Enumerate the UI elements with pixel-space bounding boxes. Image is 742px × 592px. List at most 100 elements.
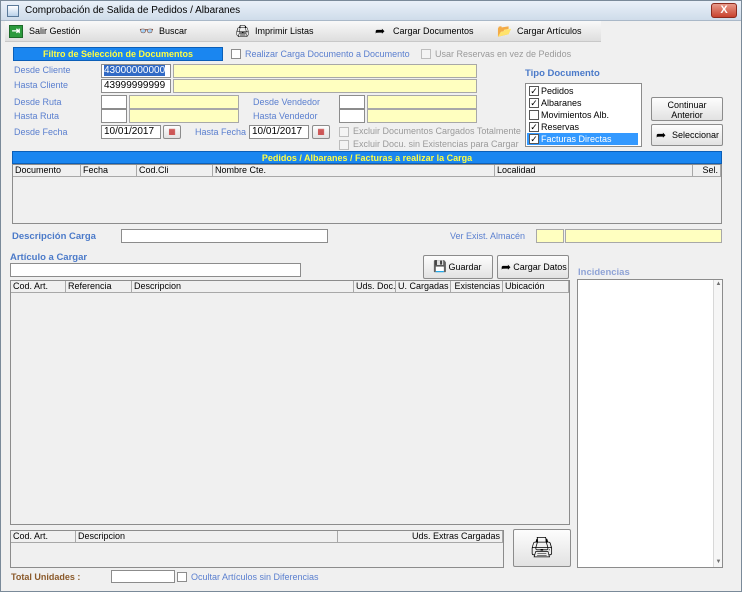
cargar-documentos-button[interactable]: ➦ Cargar Documentos bbox=[373, 23, 483, 40]
col-existencias[interactable]: Existencias bbox=[451, 281, 503, 293]
window-title: Comprobación de Salida de Pedidos / Alba… bbox=[25, 5, 241, 16]
tipo-item-label: Movimientos Alb. bbox=[541, 110, 610, 120]
arrow-forward-icon: ➦ bbox=[656, 128, 667, 142]
desde-cliente-name-field bbox=[173, 64, 477, 78]
close-button[interactable]: X bbox=[711, 3, 737, 18]
col-nombre-cte[interactable]: Nombre Cte. bbox=[213, 165, 495, 177]
almacen-code-field[interactable] bbox=[536, 229, 564, 243]
hasta-ruta-input[interactable] bbox=[101, 109, 127, 123]
incidencias-scrollbar[interactable]: ▲ ▼ bbox=[713, 280, 722, 567]
desde-vendedor-input[interactable] bbox=[339, 95, 365, 109]
hasta-fecha-label: Hasta Fecha bbox=[195, 127, 247, 137]
col-referencia[interactable]: Referencia bbox=[66, 281, 132, 293]
guardar-button[interactable]: 💾 Guardar bbox=[423, 255, 493, 279]
title-bar: Comprobación de Salida de Pedidos / Alba… bbox=[1, 1, 741, 21]
col-descripcion[interactable]: Descripcion bbox=[132, 281, 354, 293]
buscar-button[interactable]: 👓 Buscar bbox=[139, 23, 199, 40]
print-button[interactable]: 🖨 bbox=[513, 529, 571, 567]
hasta-fecha-input[interactable]: 10/01/2017 bbox=[249, 125, 309, 139]
tipo-item-movimientos[interactable]: Movimientos Alb. bbox=[527, 109, 638, 121]
articulos-grid[interactable]: Cod. Art. Referencia Descripcion Uds. Do… bbox=[10, 280, 570, 525]
col-ubicacion[interactable]: Ubicación bbox=[503, 281, 569, 293]
desde-fecha-label: Desde Fecha bbox=[14, 127, 68, 137]
imprimir-listas-label: Imprimir Listas bbox=[255, 26, 314, 36]
articulo-input[interactable] bbox=[10, 263, 301, 277]
seleccionar-button[interactable]: ➦ Seleccionar bbox=[651, 124, 723, 146]
realizar-carga-label: Realizar Carga Documento a Documento bbox=[245, 49, 410, 59]
col-documento[interactable]: Documento bbox=[13, 165, 81, 177]
tipo-item-facturas[interactable]: ✓ Facturas Directas bbox=[527, 133, 638, 145]
calendar-icon[interactable]: ▦ bbox=[312, 125, 330, 139]
seleccionar-label: Seleccionar bbox=[671, 130, 719, 140]
hasta-ruta-label: Hasta Ruta bbox=[14, 111, 60, 121]
col-cod-art[interactable]: Cod. Art. bbox=[11, 531, 76, 543]
tipo-item-label: Pedidos bbox=[541, 86, 574, 96]
desde-ruta-input[interactable] bbox=[101, 95, 127, 109]
exit-icon: ⇥ bbox=[9, 25, 23, 38]
incidencias-title: Incidencias bbox=[578, 267, 630, 278]
usar-reservas-checkbox[interactable] bbox=[421, 49, 431, 59]
app-icon bbox=[7, 5, 19, 17]
ocultar-checkbox[interactable] bbox=[177, 572, 187, 582]
col-sel[interactable]: Sel. bbox=[693, 165, 721, 177]
desde-vendedor-label: Desde Vendedor bbox=[253, 97, 321, 107]
checkbox-empty-icon bbox=[529, 110, 539, 120]
excluir-cargados-checkbox[interactable] bbox=[339, 127, 349, 137]
continuar-label: Continuar bbox=[667, 100, 707, 110]
binoculars-icon: 👓 bbox=[139, 24, 154, 38]
realizar-carga-checkbox[interactable] bbox=[231, 49, 241, 59]
tipo-item-pedidos[interactable]: ✓ Pedidos bbox=[527, 85, 638, 97]
articulo-title: Artículo a Cargar bbox=[10, 252, 88, 263]
hasta-vendedor-input[interactable] bbox=[339, 109, 365, 123]
desde-ruta-name-field bbox=[129, 95, 239, 109]
calendar-icon[interactable]: ▦ bbox=[163, 125, 181, 139]
hasta-cliente-name-field bbox=[173, 79, 477, 93]
total-unidades-field bbox=[111, 570, 175, 583]
col-cod-cli[interactable]: Cod.Cli bbox=[137, 165, 213, 177]
cargar-articulos-button[interactable]: 📂 Cargar Artículos bbox=[497, 23, 597, 40]
buscar-label: Buscar bbox=[159, 26, 188, 36]
main-window: Comprobación de Salida de Pedidos / Alba… bbox=[0, 0, 742, 592]
descripcion-carga-input[interactable] bbox=[121, 229, 328, 243]
tipo-item-albaranes[interactable]: ✓ Albaranes bbox=[527, 97, 638, 109]
col-fecha[interactable]: Fecha bbox=[81, 165, 137, 177]
col-uds-extras[interactable]: Uds. Extras Cargadas bbox=[338, 531, 503, 543]
almacen-name-field bbox=[565, 229, 722, 243]
continuar-anterior-button[interactable]: Continuar Anterior bbox=[651, 97, 723, 121]
guardar-label: Guardar bbox=[448, 262, 482, 272]
tipo-item-reservas[interactable]: ✓ Reservas bbox=[527, 121, 638, 133]
desde-cliente-input[interactable]: 43000000000 bbox=[101, 64, 171, 78]
total-unidades-label: Total Unidades : bbox=[11, 572, 81, 582]
hasta-vendedor-label: Hasta Vendedor bbox=[253, 111, 318, 121]
scroll-down-icon[interactable]: ▼ bbox=[714, 558, 723, 567]
tipo-documento-list: ✓ Pedidos ✓ Albaranes Movimientos Alb. ✓ Re… bbox=[525, 83, 642, 147]
cargar-articulos-label: Cargar Artículos bbox=[517, 26, 582, 36]
pedidos-grid[interactable]: Documento Fecha Cod.Cli Nombre Cte. Loca… bbox=[12, 164, 722, 224]
hasta-cliente-label: Hasta Cliente bbox=[14, 80, 69, 90]
anterior-label: Anterior bbox=[671, 110, 703, 120]
col-cod-art[interactable]: Cod. Art. bbox=[11, 281, 66, 293]
imprimir-listas-button[interactable]: 🖨 Imprimir Listas bbox=[235, 23, 325, 40]
desde-fecha-input[interactable]: 10/01/2017 bbox=[101, 125, 161, 139]
printer-icon: 🖨 bbox=[235, 24, 251, 38]
desde-vendedor-name-field bbox=[367, 95, 477, 109]
col-localidad[interactable]: Localidad bbox=[495, 165, 693, 177]
pedidos-grid-header: Pedidos / Albaranes / Facturas a realiza… bbox=[12, 151, 722, 164]
ocultar-label: Ocultar Artículos sin Diferencias bbox=[191, 572, 319, 582]
col-u-cargadas[interactable]: U. Cargadas bbox=[396, 281, 451, 293]
excluir-sin-exist-checkbox[interactable] bbox=[339, 140, 349, 150]
hasta-cliente-input[interactable]: 43999999999 bbox=[101, 79, 171, 93]
incidencias-textarea[interactable]: ▲ ▼ bbox=[577, 279, 723, 568]
extras-grid[interactable]: Cod. Art. Descripcion Uds. Extras Cargad… bbox=[10, 530, 504, 568]
check-icon: ✓ bbox=[529, 122, 539, 132]
printer-icon: 🖨 bbox=[529, 537, 555, 559]
check-icon: ✓ bbox=[529, 98, 539, 108]
salir-gestion-button[interactable]: ⇥ Salir Gestión bbox=[9, 23, 89, 40]
cargar-datos-button[interactable]: ➦ Cargar Datos bbox=[497, 255, 569, 279]
col-descripcion[interactable]: Descripcion bbox=[76, 531, 338, 543]
hasta-vendedor-name-field bbox=[367, 109, 477, 123]
scroll-up-icon[interactable]: ▲ bbox=[714, 280, 723, 289]
col-uds-doc[interactable]: Uds. Doc. bbox=[354, 281, 396, 293]
desde-cliente-value: 43000000000 bbox=[104, 65, 166, 76]
descripcion-carga-label: Descripción Carga bbox=[12, 231, 96, 242]
